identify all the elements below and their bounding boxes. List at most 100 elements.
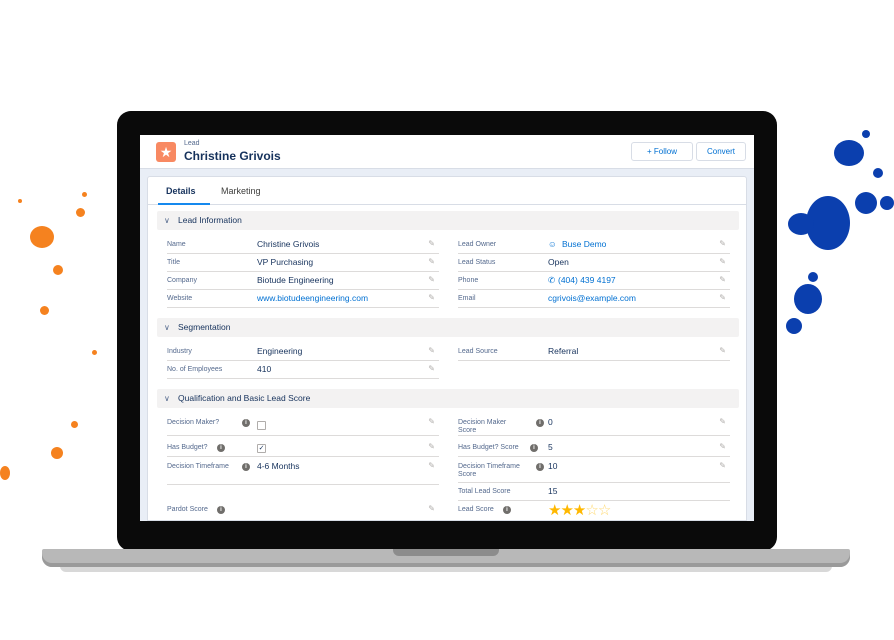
info-icon[interactable]: i xyxy=(530,444,538,452)
pencil-icon[interactable]: ✎ xyxy=(719,239,726,248)
blue-splatter xyxy=(788,213,814,235)
pencil-icon[interactable]: ✎ xyxy=(428,417,435,426)
app-screen: ★ Lead Christine Grivois + Follow Conver… xyxy=(140,135,754,521)
info-icon[interactable]: i xyxy=(242,419,250,427)
tab-details[interactable]: Details xyxy=(166,186,196,196)
email-link[interactable]: cgrivois@example.com xyxy=(548,293,636,303)
follow-button[interactable]: + Follow xyxy=(631,142,693,161)
field-value: 5 xyxy=(548,442,553,452)
orange-splatter xyxy=(53,265,63,275)
pencil-icon[interactable]: ✎ xyxy=(719,461,726,470)
field-value: 10 xyxy=(548,461,558,471)
section-qualification[interactable]: ∨ Qualification and Basic Lead Score xyxy=(157,389,739,408)
field-value: 4-6 Months xyxy=(257,461,300,471)
field-value: Referral xyxy=(548,346,579,356)
star-filled-icon: ★ xyxy=(572,502,586,519)
field-pardot-score: Pardot Score i ✎ xyxy=(167,502,439,519)
pencil-icon[interactable]: ✎ xyxy=(428,364,435,373)
info-icon[interactable]: i xyxy=(536,463,544,471)
field-dm-score: Decision Maker Score i 0 ✎ xyxy=(458,415,730,436)
field-timeframe-score: Decision Timeframe Score i 10 ✎ xyxy=(458,459,730,483)
pencil-icon[interactable]: ✎ xyxy=(428,257,435,266)
field-label: Phone xyxy=(458,277,479,284)
field-value: Christine Grivois xyxy=(257,239,320,249)
tab-bar: Details Marketing xyxy=(148,177,746,205)
convert-button[interactable]: Convert xyxy=(696,142,746,161)
pencil-icon[interactable]: ✎ xyxy=(719,257,726,266)
field-label: Pardot Score xyxy=(167,506,208,513)
field-value: VP Purchasing xyxy=(257,257,314,267)
field-budget-score: Has Budget? Score i 5 ✎ xyxy=(458,440,730,457)
field-label: Lead Owner xyxy=(458,241,497,248)
laptop-notch xyxy=(393,549,499,556)
pencil-icon[interactable]: ✎ xyxy=(428,275,435,284)
has-budget-checkbox[interactable]: ✓ xyxy=(257,444,266,453)
orange-splatter xyxy=(76,208,85,217)
pencil-icon[interactable]: ✎ xyxy=(428,461,435,470)
orange-splatter xyxy=(92,350,97,355)
info-icon[interactable]: i xyxy=(217,506,225,514)
star-empty-icon: ☆ xyxy=(597,502,611,519)
orange-splatter xyxy=(18,199,22,203)
blue-splatter xyxy=(794,284,822,314)
object-label: Lead xyxy=(184,140,200,147)
pencil-icon[interactable]: ✎ xyxy=(428,346,435,355)
field-label: Lead Score xyxy=(458,506,494,513)
chevron-down-icon[interactable]: ∨ xyxy=(164,318,170,337)
field-label: Title xyxy=(167,259,180,266)
pencil-icon[interactable]: ✎ xyxy=(428,504,435,513)
field-label: Company xyxy=(167,277,197,284)
star-filled-icon: ★ xyxy=(560,502,573,519)
field-decision-maker: Decision Maker? i ✎ xyxy=(167,415,439,436)
pencil-icon[interactable]: ✎ xyxy=(428,293,435,302)
field-label: No. of Employees xyxy=(167,366,223,373)
pencil-icon[interactable]: ✎ xyxy=(428,239,435,248)
blue-splatter xyxy=(808,272,818,282)
website-link[interactable]: www.biotudeengineering.com xyxy=(257,293,368,303)
orange-splatter xyxy=(30,226,54,248)
field-title: Title VP Purchasing ✎ xyxy=(167,255,439,272)
field-lead-owner: Lead Owner ☺ Buse Demo ✎ xyxy=(458,237,730,254)
section-title: Segmentation xyxy=(178,322,231,332)
active-tab-indicator xyxy=(158,203,210,205)
field-value: Engineering xyxy=(257,346,303,356)
info-icon[interactable]: i xyxy=(536,419,544,427)
field-value: 15 xyxy=(548,486,558,496)
field-industry: Industry Engineering ✎ xyxy=(167,344,439,361)
phone-link[interactable]: (404) 439 4197 xyxy=(558,275,616,285)
field-value: Biotude Engineering xyxy=(257,275,334,285)
tab-marketing[interactable]: Marketing xyxy=(221,186,261,196)
decision-maker-checkbox[interactable] xyxy=(257,421,266,430)
blue-splatter xyxy=(834,140,864,166)
field-lead-score: Lead Score i ★★★☆☆ xyxy=(458,502,730,519)
pencil-icon[interactable]: ✎ xyxy=(719,293,726,302)
field-lead-status: Lead Status Open ✎ xyxy=(458,255,730,272)
section-title: Qualification and Basic Lead Score xyxy=(178,393,311,403)
pencil-icon[interactable]: ✎ xyxy=(719,346,726,355)
info-icon[interactable]: i xyxy=(242,463,250,471)
info-icon[interactable]: i xyxy=(503,506,511,514)
lead-owner-link[interactable]: Buse Demo xyxy=(562,239,606,249)
pencil-icon[interactable]: ✎ xyxy=(719,275,726,284)
orange-splatter xyxy=(71,421,78,428)
section-segmentation[interactable]: ∨ Segmentation xyxy=(157,318,739,337)
chevron-down-icon[interactable]: ∨ xyxy=(164,389,170,408)
field-employees: No. of Employees 410 ✎ xyxy=(167,362,439,379)
pencil-icon[interactable]: ✎ xyxy=(719,442,726,451)
section-lead-information[interactable]: ∨ Lead Information xyxy=(157,211,739,230)
field-label: Total Lead Score xyxy=(458,488,511,495)
field-label: Decision Timeframe xyxy=(167,463,229,470)
star-rating: ★★★☆☆ xyxy=(548,501,611,519)
orange-splatter xyxy=(82,192,87,197)
field-label: Decision Maker Score xyxy=(458,419,507,434)
field-label: Has Budget? xyxy=(167,444,208,451)
info-icon[interactable]: i xyxy=(217,444,225,452)
orange-splatter xyxy=(0,466,10,480)
pencil-icon[interactable]: ✎ xyxy=(428,442,435,451)
chevron-down-icon[interactable]: ∨ xyxy=(164,211,170,230)
field-label: Name xyxy=(167,241,186,248)
field-lead-source: Lead Source Referral ✎ xyxy=(458,344,730,361)
pencil-icon[interactable]: ✎ xyxy=(719,417,726,426)
field-label: Lead Source xyxy=(458,348,498,355)
star-icon: ★ xyxy=(156,142,176,162)
